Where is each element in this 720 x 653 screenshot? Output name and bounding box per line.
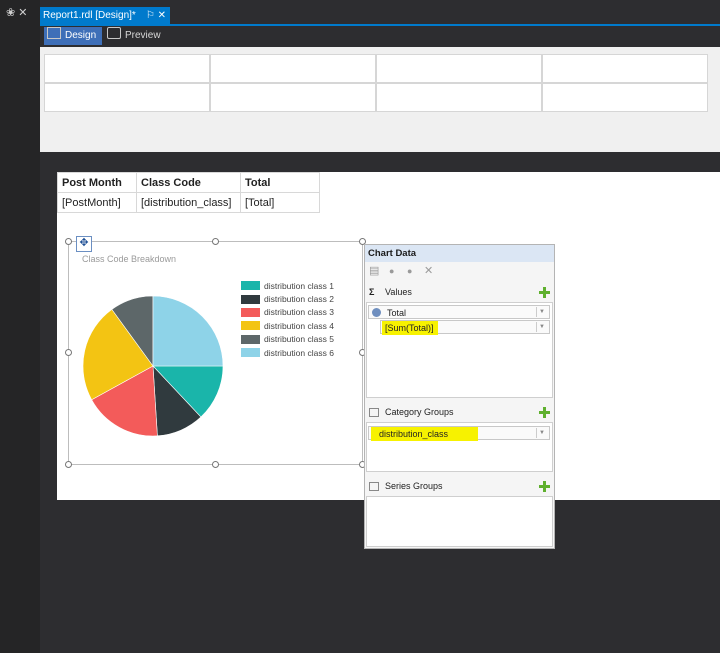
document-tab[interactable]: Report1.rdl [Design]* ⚐ ✕	[40, 7, 170, 24]
table-header-cell[interactable]: Total	[240, 172, 320, 193]
category-groups-label: Category Groups	[385, 407, 454, 417]
preview-icon	[107, 27, 121, 39]
preview-tab[interactable]: Preview	[104, 27, 166, 45]
sigma-icon: Σ	[369, 287, 375, 297]
category-field[interactable]: distribution_class ▼	[368, 426, 550, 441]
toolbox-strip	[0, 0, 40, 653]
table-cell[interactable]: [distribution_class]	[136, 192, 241, 213]
resize-handle[interactable]	[65, 349, 72, 356]
legend-item[interactable]: distribution class 1	[241, 279, 334, 292]
series-well[interactable]	[366, 496, 553, 547]
move-up-icon[interactable]: ●	[389, 266, 394, 276]
series-groups-label: Series Groups	[385, 481, 443, 491]
properties-icon[interactable]: ▤	[369, 264, 379, 277]
legend-swatch	[241, 307, 260, 317]
pie-slice-6[interactable]	[152, 295, 224, 367]
values-expression-text: [Sum(Total)]	[382, 321, 438, 335]
legend-label: distribution class 1	[264, 280, 334, 291]
legend-item[interactable]: distribution class 3	[241, 306, 334, 319]
add-category-icon[interactable]	[539, 407, 550, 418]
header-cell[interactable]	[542, 54, 708, 83]
legend-label: distribution class 2	[264, 294, 334, 305]
data-table[interactable]: Post Month Class Code Total [PostMonth] …	[57, 172, 320, 213]
legend-item[interactable]: distribution class 2	[241, 292, 334, 305]
add-series-icon[interactable]	[539, 481, 550, 492]
legend-item[interactable]: distribution class 5	[241, 333, 334, 346]
resize-handle[interactable]	[212, 461, 219, 468]
series-section-header: Series Groups	[365, 478, 554, 495]
pin-close-icons[interactable]: ❀ ✕	[6, 6, 28, 19]
legend-item[interactable]: distribution class 4	[241, 319, 334, 332]
legend-swatch	[241, 321, 260, 331]
design-icon	[47, 27, 61, 39]
legend-swatch	[241, 348, 260, 358]
legend-label: distribution class 4	[264, 320, 334, 331]
values-expression[interactable]: [Sum(Total)] ▼	[380, 320, 550, 335]
legend-swatch	[241, 281, 260, 291]
header-cell[interactable]	[376, 54, 542, 83]
chevron-down-icon[interactable]: ▼	[536, 307, 547, 317]
legend-item[interactable]: distribution class 6	[241, 346, 334, 359]
chart-title[interactable]: Class Code Breakdown	[82, 254, 176, 264]
header-cell[interactable]	[542, 83, 708, 112]
design-tab[interactable]: Design	[44, 27, 102, 45]
move-down-icon[interactable]: ●	[407, 266, 412, 276]
header-placeholder-table[interactable]	[44, 54, 708, 112]
header-cell[interactable]	[44, 83, 210, 112]
chevron-down-icon[interactable]: ▼	[536, 322, 547, 332]
category-field-label: distribution_class	[371, 427, 479, 441]
values-label: Values	[385, 287, 412, 297]
header-cell[interactable]	[44, 54, 210, 83]
move-handle-icon[interactable]: ✥	[76, 236, 92, 252]
tab-pin-close-icon[interactable]: ⚐ ✕	[146, 7, 166, 24]
chevron-down-icon[interactable]: ▼	[536, 428, 547, 438]
pie-chart[interactable]	[82, 295, 224, 437]
chart-data-toolbar: ▤ ● ● ✕	[365, 262, 554, 280]
legend-swatch	[241, 294, 260, 304]
header-cell[interactable]	[376, 83, 542, 112]
table-cell[interactable]: [PostMonth]	[57, 192, 137, 213]
values-field-total[interactable]: Total ▼	[368, 305, 550, 319]
values-section-header: Σ Values	[365, 284, 554, 301]
category-section-header: Category Groups	[365, 404, 554, 421]
legend-label: distribution class 5	[264, 334, 334, 345]
header-cell[interactable]	[210, 54, 376, 83]
document-tab-title: Report1.rdl [Design]*	[43, 10, 136, 21]
legend-swatch	[241, 334, 260, 344]
legend-label: distribution class 6	[264, 347, 334, 358]
add-value-icon[interactable]	[539, 287, 550, 298]
legend-label: distribution class 3	[264, 307, 334, 318]
field-icon	[372, 308, 381, 317]
resize-handle[interactable]	[65, 238, 72, 245]
table-header-row: Post Month Class Code Total	[57, 172, 320, 193]
design-label: Design	[65, 30, 97, 41]
chart-data-title: Chart Data	[365, 245, 554, 262]
delete-icon[interactable]: ✕	[424, 264, 433, 277]
resize-handle[interactable]	[65, 461, 72, 468]
header-cell[interactable]	[210, 83, 376, 112]
table-header-cell[interactable]: Class Code	[136, 172, 241, 193]
values-field-label: Total	[387, 308, 407, 318]
table-row: [PostMonth] [distribution_class] [Total]	[57, 192, 320, 213]
table-header-cell[interactable]: Post Month	[57, 172, 137, 193]
resize-handle[interactable]	[212, 238, 219, 245]
preview-label: Preview	[125, 30, 161, 41]
category-groups-icon	[369, 408, 379, 417]
table-cell[interactable]: [Total]	[240, 192, 320, 213]
chart-legend[interactable]: distribution class 1 distribution class 2…	[241, 279, 334, 359]
series-groups-icon	[369, 482, 379, 491]
